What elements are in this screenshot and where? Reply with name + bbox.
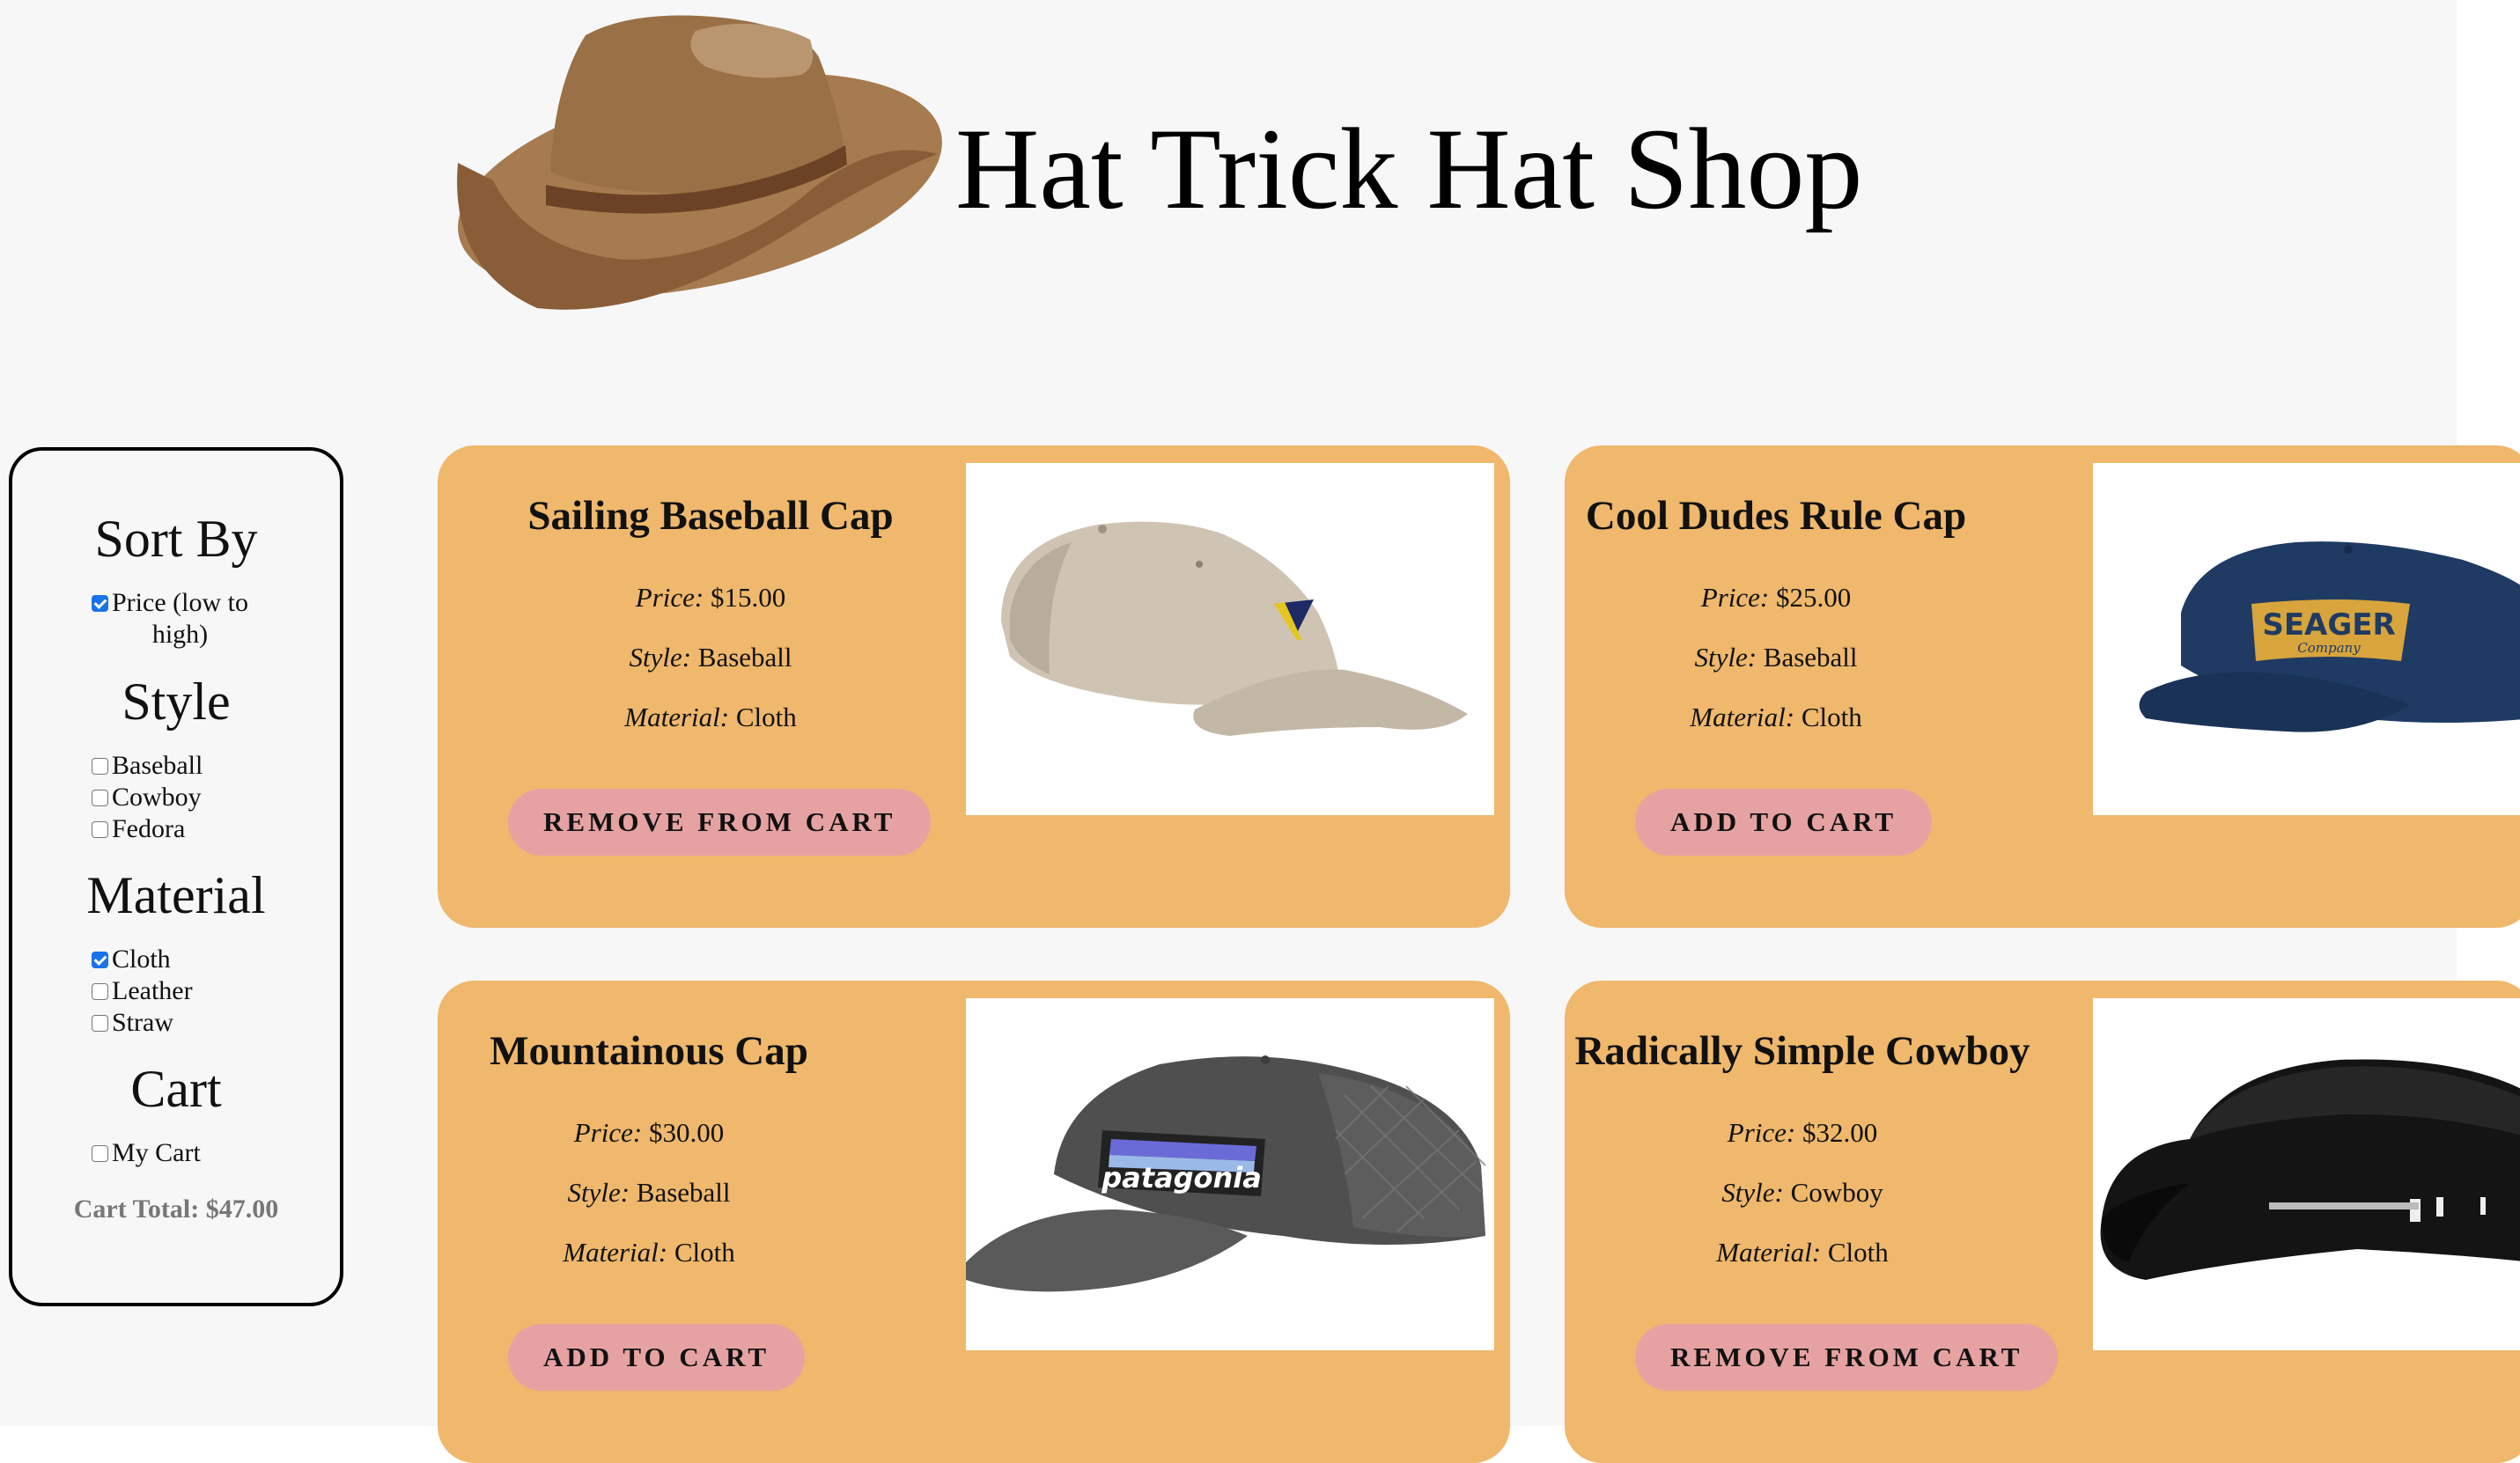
material-option-straw[interactable]: Straw xyxy=(92,1007,173,1039)
product-material: Material: Cloth xyxy=(563,1237,735,1268)
filter-sidebar: Sort By Price (low to high) Style Baseba… xyxy=(9,447,343,1306)
style-cowboy-label: Cowboy xyxy=(112,783,202,812)
product-style: Style: Baseball xyxy=(567,1177,731,1208)
material-leather-checkbox[interactable] xyxy=(92,983,108,1000)
product-info: Sailing Baseball Cap Price: $15.00 Style… xyxy=(438,445,984,928)
my-cart-label: My Cart xyxy=(112,1138,201,1167)
product-info: Radically Simple Cowboy Price: $32.00 St… xyxy=(1565,981,2111,1463)
my-cart-option[interactable]: My Cart xyxy=(92,1137,201,1169)
product-name: Mountainous Cap xyxy=(490,1028,808,1074)
product-material: Material: Cloth xyxy=(624,702,797,732)
material-straw-label: Straw xyxy=(112,1008,173,1037)
product-material: Material: Cloth xyxy=(1716,1237,1889,1268)
style-baseball-checkbox[interactable] xyxy=(92,758,108,775)
product-card: Mountainous Cap Price: $30.00 Style: Bas… xyxy=(438,981,1510,1463)
my-cart-checkbox[interactable] xyxy=(92,1145,108,1162)
cart-total: Cart Total: $47.00 xyxy=(73,1195,279,1224)
material-heading: Material xyxy=(86,866,266,924)
sort-price-low-high-option[interactable]: Price (low to high) xyxy=(92,587,248,651)
product-style: Style: Baseball xyxy=(1694,642,1858,673)
product-info: Mountainous Cap Price: $30.00 Style: Bas… xyxy=(438,981,984,1463)
cart-heading: Cart xyxy=(130,1060,222,1118)
remove-from-cart-button[interactable]: REMOVE FROM CART xyxy=(508,789,932,856)
material-cloth-label: Cloth xyxy=(112,945,171,974)
remove-from-cart-button[interactable]: REMOVE FROM CART xyxy=(1635,1324,2059,1391)
material-straw-checkbox[interactable] xyxy=(92,1015,108,1032)
sort-by-heading: Sort By xyxy=(94,510,258,568)
cap-patch-text: SEAGER xyxy=(2262,607,2395,643)
cap-patch-text: patagonia xyxy=(1101,1161,1262,1195)
product-name: Sailing Baseball Cap xyxy=(527,493,894,539)
cowboy-hat-icon xyxy=(431,4,942,321)
material-option-leather[interactable]: Leather xyxy=(92,975,193,1007)
sort-price-checkbox[interactable] xyxy=(92,595,108,612)
product-price: Price: $25.00 xyxy=(1700,582,1852,613)
black-cowboy-hat-icon xyxy=(2093,998,2520,1350)
style-fedora-checkbox[interactable] xyxy=(92,821,108,838)
navy-snapback-cap-icon: SEAGER Company xyxy=(2093,463,2520,815)
product-card: Radically Simple Cowboy Price: $32.00 St… xyxy=(1565,981,2520,1463)
page-title: Hat Trick Hat Shop xyxy=(955,104,1863,233)
product-price: Price: $30.00 xyxy=(573,1117,725,1148)
cap-patch-subtext: Company xyxy=(2297,640,2361,656)
product-card: Sailing Baseball Cap Price: $15.00 Style… xyxy=(438,445,1510,928)
style-option-baseball[interactable]: Baseball xyxy=(92,750,203,782)
add-to-cart-button[interactable]: ADD TO CART xyxy=(508,1324,806,1391)
product-name: Cool Dudes Rule Cap xyxy=(1585,493,1967,539)
product-material: Material: Cloth xyxy=(1690,702,1862,732)
style-option-fedora[interactable]: Fedora xyxy=(92,813,185,845)
khaki-baseball-cap-icon xyxy=(966,463,1494,815)
style-cowboy-checkbox[interactable] xyxy=(92,790,108,806)
product-name: Radically Simple Cowboy xyxy=(1574,1028,2030,1074)
material-leather-label: Leather xyxy=(112,976,193,1005)
product-card: Cool Dudes Rule Cap Price: $25.00 Style:… xyxy=(1565,445,2520,928)
material-cloth-checkbox[interactable] xyxy=(92,952,108,968)
material-option-cloth[interactable]: Cloth xyxy=(92,944,171,975)
product-style: Style: Baseball xyxy=(629,642,792,673)
add-to-cart-button[interactable]: ADD TO CART xyxy=(1635,789,1933,856)
style-option-cowboy[interactable]: Cowboy xyxy=(92,782,202,813)
sort-price-label: Price (low to high) xyxy=(112,588,248,649)
product-style: Style: Cowboy xyxy=(1721,1177,1883,1208)
product-price: Price: $32.00 xyxy=(1727,1117,1878,1148)
grey-trucker-cap-icon: patagonia xyxy=(966,998,1494,1350)
style-heading: Style xyxy=(122,673,231,731)
product-info: Cool Dudes Rule Cap Price: $25.00 Style:… xyxy=(1565,445,1987,928)
product-price: Price: $15.00 xyxy=(635,582,786,613)
style-fedora-label: Fedora xyxy=(112,814,186,843)
style-baseball-label: Baseball xyxy=(112,751,203,780)
